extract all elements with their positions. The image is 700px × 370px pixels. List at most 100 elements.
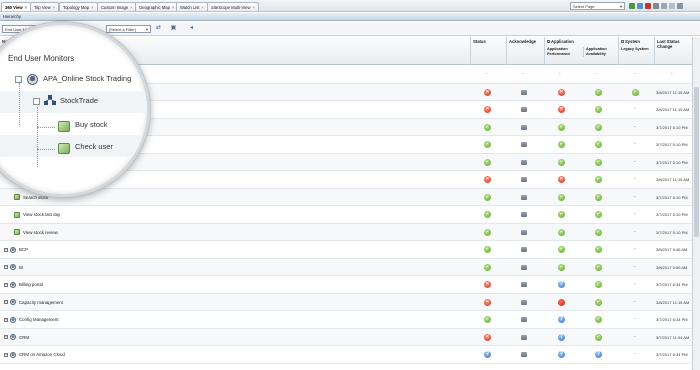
table-row[interactable]: View stock last day ✓ ✓ ✓ - 3/7/2017 5:10 PM bbox=[0, 206, 692, 224]
tab-topology-map[interactable]: Topology Map × bbox=[59, 2, 98, 11]
close-icon[interactable]: × bbox=[130, 5, 132, 10]
tab-tilp-view[interactable]: Tilp View × bbox=[30, 2, 60, 11]
expand-toggle[interactable]: + bbox=[4, 317, 8, 322]
magnified-node-child1[interactable]: Buy stock bbox=[75, 119, 108, 131]
acknowledge-icon[interactable] bbox=[521, 89, 527, 95]
acknowledge-icon[interactable] bbox=[521, 124, 527, 130]
tab-label: SiteScope Multi-View bbox=[211, 5, 251, 10]
acknowledge-icon[interactable] bbox=[521, 317, 527, 322]
row-name-label[interactable]: Billing portal bbox=[19, 282, 43, 287]
acknowledge-icon[interactable] bbox=[521, 229, 527, 235]
row-name-label[interactable]: CRM bbox=[19, 335, 29, 340]
tab-sitescope-multi-view[interactable]: SiteScope Multi-View × bbox=[207, 2, 259, 11]
refresh-icon[interactable] bbox=[661, 3, 667, 9]
expand-toggle[interactable]: + bbox=[4, 282, 8, 287]
row-name-label[interactable]: Capacity management bbox=[19, 300, 63, 305]
close-icon[interactable]: × bbox=[253, 5, 255, 10]
ok-status-icon: ✓ bbox=[595, 316, 602, 323]
column-acknowledge[interactable]: Acknowledge bbox=[506, 37, 544, 65]
acknowledge-icon[interactable] bbox=[521, 107, 527, 112]
add-page-icon[interactable] bbox=[637, 3, 643, 9]
acknowledge-icon[interactable] bbox=[521, 159, 527, 165]
table-row[interactable]: + Capacity management ✕ ✓ - 3/8/2017 11:15 AM bbox=[0, 293, 692, 311]
ok-status-icon: ✓ bbox=[558, 211, 565, 218]
close-icon[interactable]: × bbox=[201, 5, 203, 10]
row-name-label[interactable]: CRM on Amazon Cloud bbox=[19, 352, 65, 357]
save-icon[interactable]: ▣ bbox=[170, 25, 177, 32]
expand-toggle[interactable]: + bbox=[4, 247, 8, 252]
column-status[interactable]: Status bbox=[470, 37, 506, 65]
expand-toggle[interactable]: + bbox=[4, 335, 8, 340]
filter-select[interactable]: [Select a Filter] ▼ bbox=[106, 25, 151, 33]
magnified-node-root[interactable]: APA_Online Stock Trading bbox=[43, 73, 131, 85]
column-legacy-system[interactable]: Legacy System bbox=[621, 47, 655, 52]
monitor-icon bbox=[10, 299, 16, 306]
column-group-system[interactable]: System Legacy System bbox=[618, 37, 654, 65]
scrollbar-thumb[interactable] bbox=[694, 87, 699, 237]
edit-filter-icon[interactable]: ⇄ bbox=[155, 25, 162, 32]
options-icon[interactable] bbox=[669, 3, 675, 9]
column-last-status-change[interactable]: Last Status Change bbox=[654, 37, 692, 65]
delete-page-icon[interactable] bbox=[645, 3, 651, 9]
close-icon[interactable]: × bbox=[25, 5, 27, 10]
row-name-label[interactable]: BCP bbox=[19, 247, 28, 252]
monitor-icon bbox=[27, 74, 38, 85]
expand-toggle[interactable]: + bbox=[4, 352, 8, 357]
expand-toggle[interactable]: + bbox=[4, 300, 8, 305]
acknowledge-icon[interactable] bbox=[521, 194, 527, 200]
error-status-icon: ✕ bbox=[484, 333, 491, 341]
row-name-label[interactable]: BI bbox=[19, 265, 23, 270]
table-row[interactable]: + CRM ✕? ✓ - 3/7/2017 11:04 AM bbox=[0, 328, 692, 346]
column-group-application-title: Application bbox=[547, 39, 574, 44]
acknowledge-icon[interactable] bbox=[521, 212, 527, 217]
vertical-scrollbar[interactable] bbox=[692, 37, 700, 370]
table-row[interactable]: + BI ✓ ✓ ✓ - 3/8/2017 5:59 AM bbox=[0, 258, 692, 276]
tab-custom-image[interactable]: Custom Image × bbox=[97, 2, 137, 11]
empty-value: - bbox=[634, 176, 636, 182]
close-icon[interactable]: × bbox=[53, 5, 55, 10]
tab-360-view[interactable]: 360 View × bbox=[1, 2, 32, 11]
magnified-node-group[interactable]: StockTrade bbox=[60, 95, 98, 107]
go-icon[interactable] bbox=[629, 3, 635, 9]
collapse-toggle[interactable] bbox=[33, 98, 40, 105]
close-icon[interactable]: × bbox=[91, 5, 93, 10]
table-row[interactable]: View stock review ✓ ✓ ✓ - 3/7/2017 5:10 PM bbox=[0, 223, 692, 241]
acknowledge-icon[interactable] bbox=[521, 142, 527, 147]
page-select[interactable]: Select Page ▼ bbox=[570, 2, 625, 10]
collapse-icon[interactable]: ◂ bbox=[188, 25, 195, 32]
empty-value: - bbox=[634, 106, 636, 112]
table-row[interactable]: + Billing portal ✕? ✓ - 3/7/2017 6:34 PM bbox=[0, 276, 692, 294]
acknowledge-icon[interactable] bbox=[521, 352, 527, 357]
close-icon[interactable]: × bbox=[172, 5, 174, 10]
row-name-label[interactable]: Config Management bbox=[19, 317, 59, 322]
row-name-label[interactable]: View stock last day bbox=[23, 212, 60, 217]
acknowledge-icon[interactable] bbox=[521, 247, 527, 252]
acknowledge-icon[interactable] bbox=[521, 334, 527, 340]
acknowledge-icon[interactable] bbox=[521, 282, 527, 287]
table-row[interactable]: + BCP ✓ ✓ ✓ - 3/8/2017 9:46 AM bbox=[0, 241, 692, 259]
table-row[interactable]: Search stock ✓ ✓ ✓ -3/7/2017 5:10 PM bbox=[0, 188, 692, 206]
row-name-label[interactable]: View stock review bbox=[23, 230, 58, 235]
collapse-toggle[interactable] bbox=[15, 76, 22, 83]
ok-status-icon: ✓ bbox=[632, 88, 639, 96]
acknowledge-icon[interactable] bbox=[521, 299, 527, 305]
ok-status-icon: ✓ bbox=[484, 193, 491, 201]
acknowledge-icon[interactable] bbox=[521, 177, 527, 182]
acknowledge-icon[interactable] bbox=[521, 264, 527, 270]
expand-toggle[interactable]: + bbox=[4, 265, 8, 270]
settings-icon[interactable] bbox=[653, 3, 659, 9]
column-group-application[interactable]: Application Application Performance Appl… bbox=[544, 37, 618, 65]
magnified-node-child2[interactable]: Check user bbox=[75, 141, 113, 153]
column-application-availability[interactable]: Application Availability bbox=[583, 47, 619, 57]
table-row[interactable]: + Config Management ✓? ✓ - 3/7/2017 6:34 PM bbox=[0, 311, 692, 329]
ok-status-icon: ✓ bbox=[558, 246, 565, 253]
ok-status-icon: ✓ bbox=[595, 106, 602, 113]
last-status-change-value: 3/7/2017 6:34 PM bbox=[656, 282, 688, 287]
column-application-performance[interactable]: Application Performance bbox=[547, 47, 583, 57]
help-icon[interactable] bbox=[677, 3, 683, 9]
table-row[interactable]: + CRM on Amazon Cloud??? - 3/7/2017 6:34 PM bbox=[0, 346, 692, 364]
empty-value: - bbox=[634, 228, 636, 235]
ok-status-icon: ✓ bbox=[484, 211, 491, 218]
tab-geographic-map[interactable]: Geographic Map × bbox=[135, 2, 179, 11]
tab-watch-list[interactable]: Watch List × bbox=[176, 2, 208, 11]
